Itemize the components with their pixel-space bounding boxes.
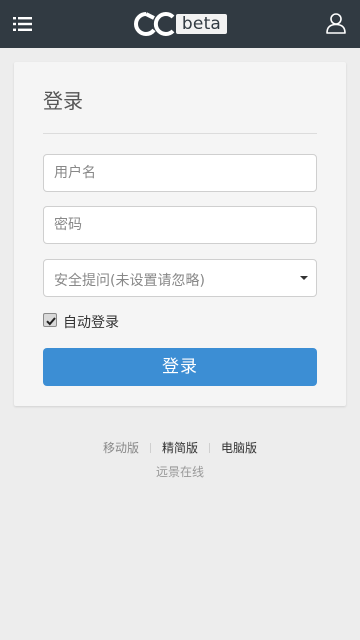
list-menu-icon[interactable] — [12, 14, 34, 34]
site-logo[interactable]: beta — [133, 11, 229, 37]
user-icon[interactable] — [325, 12, 347, 34]
password-input[interactable] — [43, 206, 317, 244]
login-button[interactable]: 登录 — [43, 348, 317, 386]
logo-mark-icon — [134, 12, 175, 37]
login-panel: 登录 安全提问(未设置请忽略) 自动登录 登录 — [14, 62, 346, 406]
footer-separator — [149, 442, 151, 453]
footer-link-mobile[interactable]: 移动版 — [103, 439, 139, 456]
footer-link-desktop[interactable]: 电脑版 — [221, 439, 257, 456]
login-title: 登录 — [43, 89, 83, 113]
footer-link-lite[interactable]: 精简版 — [162, 439, 198, 456]
footer-brand: 远景在线 — [155, 465, 204, 479]
security-question-value: 安全提问(未设置请忽略) — [54, 273, 205, 289]
top-navbar: beta — [0, 0, 360, 48]
footer-separator — [209, 442, 210, 453]
auto-login-checkbox[interactable] — [43, 313, 57, 327]
title-divider — [43, 133, 317, 134]
security-question-select[interactable]: 安全提问(未设置请忽略) — [43, 259, 317, 297]
auto-login-label: 自动登录 — [63, 315, 119, 331]
checkmark-icon — [46, 317, 56, 326]
caret-down-icon — [300, 276, 308, 280]
logo-beta-badge: beta — [176, 14, 227, 34]
footer-links: 移动版 精简版 电脑版 — [0, 439, 360, 456]
username-input[interactable] — [43, 154, 317, 192]
